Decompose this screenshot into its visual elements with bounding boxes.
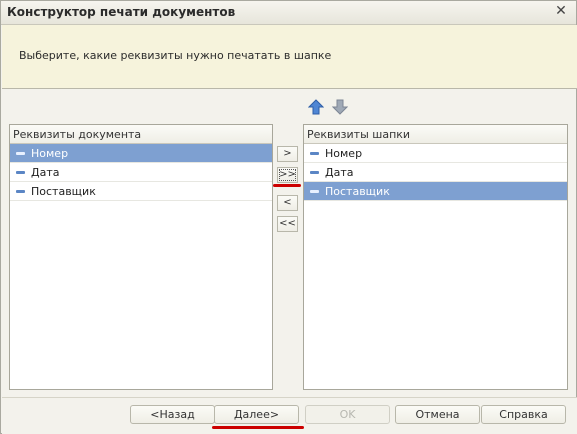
next-button[interactable]: Далее> <box>214 405 299 424</box>
instruction-panel: Выберите, какие реквизиты нужно печатать… <box>2 25 577 89</box>
document-attributes-list: Реквизиты документа Номер Дата Поставщик <box>9 124 273 390</box>
field-icon <box>310 189 319 193</box>
remove-button[interactable]: < <box>277 195 298 211</box>
list-item[interactable]: Номер <box>304 144 567 163</box>
list-item-label: Дата <box>325 165 354 179</box>
remove-all-button[interactable]: << <box>277 216 298 232</box>
list-item[interactable]: Номер <box>10 144 272 163</box>
list-item-label: Номер <box>31 146 69 160</box>
field-icon <box>16 151 25 155</box>
list-item[interactable]: Дата <box>10 163 272 182</box>
arrow-up-icon[interactable] <box>308 99 324 115</box>
ok-button[interactable]: OK <box>305 405 390 424</box>
close-icon[interactable]: ✕ <box>554 4 568 18</box>
list-item-label: Поставщик <box>325 184 390 198</box>
field-icon <box>16 170 25 174</box>
header-attributes-header: Реквизиты шапки <box>304 125 567 144</box>
highlight-mark <box>273 184 301 187</box>
list-item-label: Дата <box>31 165 60 179</box>
document-attributes-header: Реквизиты документа <box>10 125 272 144</box>
field-icon <box>310 151 319 155</box>
list-item[interactable]: Дата <box>304 163 567 182</box>
reorder-arrows <box>308 99 348 115</box>
add-button[interactable]: > <box>277 146 298 162</box>
field-icon <box>310 170 319 174</box>
print-constructor-window: Конструктор печати документов ✕ Выберите… <box>0 0 577 434</box>
back-button[interactable]: <Назад <box>130 405 215 424</box>
window-title: Конструктор печати документов <box>7 5 236 19</box>
list-item[interactable]: Поставщик <box>10 182 272 201</box>
add-all-button[interactable]: >> <box>277 167 298 183</box>
list-item-label: Номер <box>325 146 363 160</box>
cancel-button[interactable]: Отмена <box>395 405 480 424</box>
highlight-underline <box>212 426 304 429</box>
field-icon <box>16 189 25 193</box>
instruction-text: Выберите, какие реквизиты нужно печатать… <box>19 49 332 62</box>
list-item-label: Поставщик <box>31 184 96 198</box>
header-attributes-list: Реквизиты шапки Номер Дата Поставщик <box>303 124 568 390</box>
help-button[interactable]: Справка <box>481 405 566 424</box>
arrow-down-icon[interactable] <box>332 99 348 115</box>
title-bar: Конструктор печати документов ✕ <box>1 1 576 25</box>
list-item[interactable]: Поставщик <box>304 182 567 201</box>
